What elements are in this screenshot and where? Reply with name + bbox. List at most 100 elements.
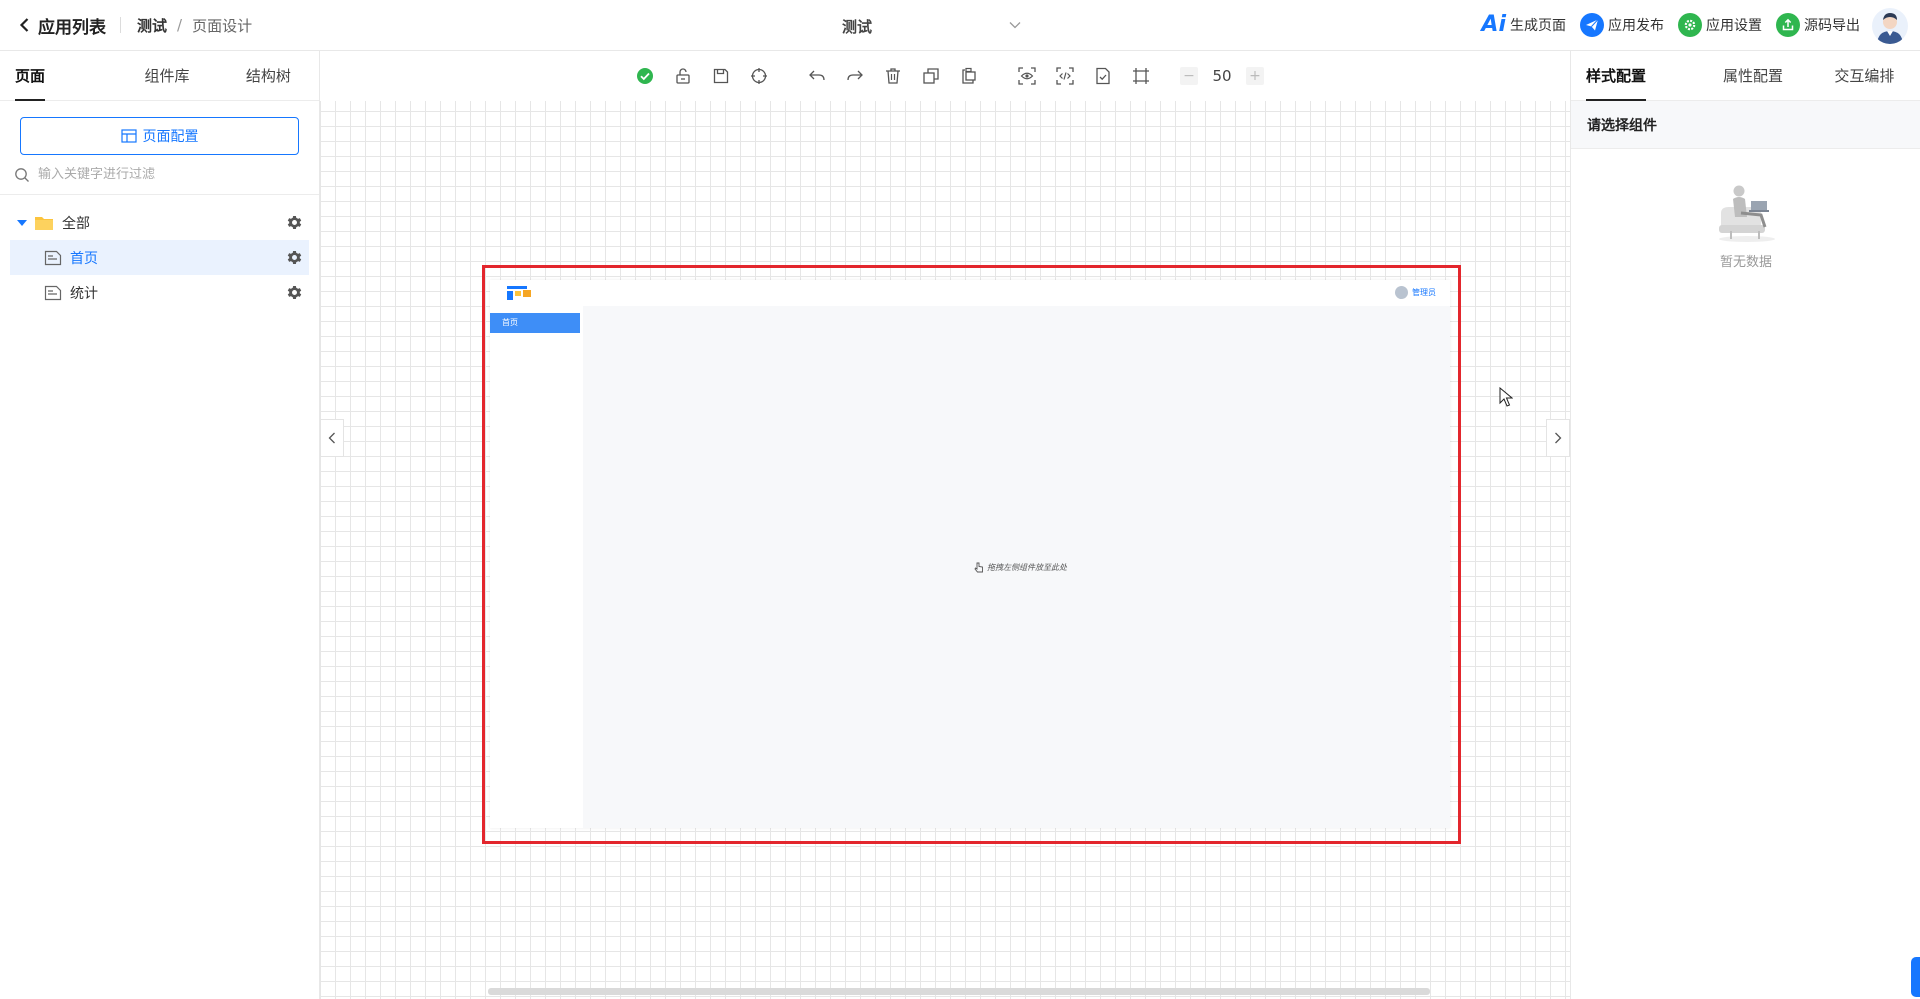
tree-node-root[interactable]: 全部 [10, 205, 309, 240]
publish-app-button[interactable]: 应用发布 [1580, 13, 1664, 37]
redo-button[interactable] [841, 62, 869, 90]
folder-icon [35, 216, 53, 230]
save-icon [713, 68, 729, 84]
chevron-left-icon [19, 18, 29, 32]
zoom-out-button[interactable]: − [1180, 67, 1198, 85]
top-header: 应用列表 测试 / 页面设计 测试 Ai 生成页面 应用发布 应用设置 源码导出 [0, 0, 1920, 51]
horizontal-scrollbar[interactable] [488, 988, 1430, 995]
preview-eye-icon [1018, 67, 1036, 85]
crosshair-icon [751, 68, 767, 84]
vertical-scrollbar[interactable] [1911, 957, 1920, 997]
crop-frame-button[interactable] [1127, 62, 1155, 90]
chevron-right-icon [1555, 432, 1562, 444]
tab-interaction[interactable]: 交互编排 [1809, 51, 1920, 100]
selected-page-frame[interactable]: 管理员 首页 拖拽左侧组件放至此处 [482, 265, 1461, 844]
breadcrumb-page: 页面设计 [192, 16, 253, 35]
trash-icon [886, 68, 900, 84]
publish-app-label: 应用发布 [1608, 18, 1664, 34]
pointer-hand-icon [974, 562, 983, 573]
page-tree: 全部 首页 统计 [0, 195, 319, 310]
page-icon [44, 250, 62, 265]
copy-button[interactable] [917, 62, 945, 90]
header-divider [120, 17, 121, 33]
table-icon [120, 129, 137, 143]
view-code-button[interactable] [1051, 62, 1079, 90]
save-status-button[interactable] [631, 62, 659, 90]
unlock-button[interactable] [669, 62, 697, 90]
active-tab-indicator [15, 99, 45, 101]
validate-button[interactable] [1089, 62, 1117, 90]
avatar-icon [1877, 13, 1903, 44]
app-select-value: 测试 [842, 17, 873, 36]
collapse-right-panel-button[interactable] [1546, 419, 1570, 457]
gear-icon[interactable] [286, 249, 303, 266]
left-tabs: 页面 组件库 结构树 [0, 51, 319, 101]
preview-sidebar: 首页 [490, 306, 583, 828]
breadcrumb-separator: / [177, 16, 183, 34]
preview-user-menu[interactable]: 管理员 [1395, 286, 1436, 299]
collapse-left-panel-button[interactable] [320, 419, 344, 457]
app-settings-button[interactable]: 应用设置 [1678, 13, 1762, 37]
tree-node-page-home[interactable]: 首页 [10, 240, 309, 275]
empty-illustration-icon [1719, 185, 1775, 242]
page-config-button[interactable]: 页面配置 [20, 117, 299, 155]
canvas-toolbar: − 50 + [320, 51, 1570, 101]
copy-icon [923, 68, 939, 84]
tab-property-config[interactable]: 属性配置 [1697, 51, 1808, 100]
export-source-button[interactable]: 源码导出 [1776, 13, 1860, 37]
save-button[interactable] [707, 62, 735, 90]
tab-structure-tree[interactable]: 结构树 [218, 51, 319, 100]
header-actions: Ai 生成页面 应用发布 应用设置 源码导出 [1467, 13, 1860, 37]
paste-button[interactable] [955, 62, 983, 90]
caret-down-icon[interactable] [16, 217, 28, 229]
page-search [0, 155, 319, 195]
send-icon [1580, 13, 1604, 37]
tree-node-page-home-label: 首页 [70, 250, 98, 267]
check-circle-icon [637, 68, 653, 84]
delete-button[interactable] [879, 62, 907, 90]
active-tab-indicator [1586, 99, 1646, 101]
tree-node-page-stats[interactable]: 统计 [10, 275, 309, 310]
preview-header: 管理员 [490, 280, 1450, 306]
left-panel: 页面 组件库 结构树 页面配置 全部 首页 统计 [0, 51, 320, 999]
right-panel: 样式配置 属性配置 交互编排 请选择组件 暂无数据 [1570, 51, 1920, 999]
zoom-level: 50 [1212, 67, 1232, 85]
gear-icon[interactable] [286, 214, 303, 231]
zoom-in-button[interactable]: + [1246, 67, 1264, 85]
generate-page-button[interactable]: Ai 生成页面 [1481, 14, 1566, 36]
page-icon [44, 285, 62, 300]
settings-icon [1678, 13, 1702, 37]
export-icon [1776, 13, 1800, 37]
back-to-app-list-button[interactable]: 应用列表 [16, 13, 106, 38]
preview-nav-home[interactable]: 首页 [490, 313, 580, 333]
breadcrumb-app[interactable]: 测试 [137, 15, 167, 36]
preview-button[interactable] [1013, 62, 1041, 90]
app-select-dropdown[interactable]: 测试 [842, 14, 1022, 38]
page-preview[interactable]: 管理员 首页 拖拽左侧组件放至此处 [490, 280, 1450, 828]
undo-button[interactable] [803, 62, 831, 90]
code-icon [1056, 67, 1074, 85]
empty-state: 暂无数据 [1571, 181, 1920, 270]
tab-components[interactable]: 组件库 [116, 51, 217, 100]
select-component-tip: 请选择组件 [1571, 101, 1920, 149]
tree-node-root-label: 全部 [62, 215, 90, 232]
page-search-input[interactable] [38, 167, 298, 182]
chevron-down-icon [1009, 22, 1021, 29]
tab-pages[interactable]: 页面 [0, 51, 116, 100]
mouse-cursor-icon [1499, 387, 1513, 407]
redo-icon [847, 70, 863, 81]
tab-style-config[interactable]: 样式配置 [1571, 51, 1697, 100]
user-avatar[interactable] [1872, 8, 1908, 44]
page-config-label: 页面配置 [142, 129, 199, 145]
preview-user-name: 管理员 [1412, 288, 1436, 297]
frame-icon [1133, 68, 1149, 84]
export-source-label: 源码导出 [1804, 18, 1860, 34]
search-icon [15, 167, 29, 182]
design-canvas[interactable]: − 50 + 管理员 首页 拖拽左侧组件放至此处 [320, 51, 1570, 999]
generate-page-label: 生成页面 [1510, 18, 1566, 34]
gear-icon[interactable] [286, 284, 303, 301]
app-logo-icon [507, 286, 531, 300]
drop-zone-hint-text: 拖拽左侧组件放至此处 [987, 563, 1067, 572]
paste-icon [962, 67, 976, 84]
locate-button[interactable] [745, 62, 773, 90]
